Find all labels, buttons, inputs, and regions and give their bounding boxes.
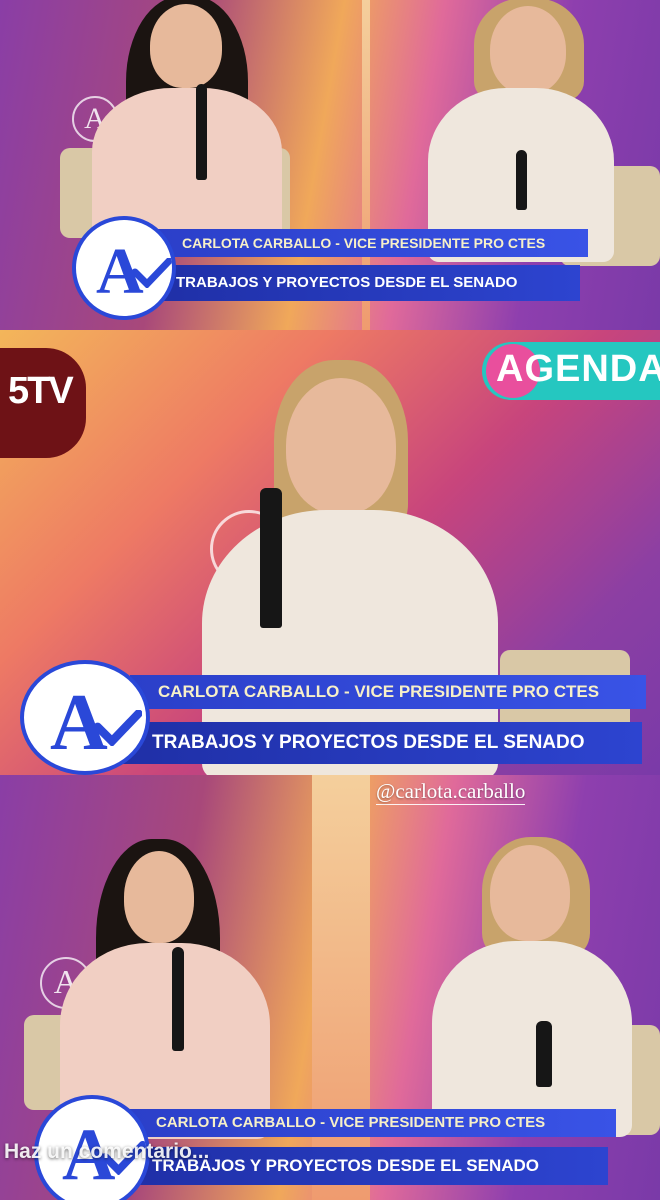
- microphone-icon: [172, 947, 184, 1051]
- video-frame-top: A CARLOTA CARBALLO - VICE PRESIDENTE PRO…: [0, 0, 660, 330]
- channel-badge-label: 5TV: [8, 370, 74, 412]
- channel-badge: 5TV: [0, 348, 86, 458]
- lower-third-name: CARLOTA CARBALLO - VICE PRESIDENTE PRO C…: [130, 1109, 616, 1137]
- comment-input[interactable]: Haz un comentario...: [4, 1140, 209, 1164]
- microphone-icon: [516, 150, 527, 210]
- logo-icon: A: [72, 216, 176, 320]
- guest-dark-hair: [90, 0, 290, 240]
- lower-third-topic: TRABAJOS Y PROYECTOS DESDE EL SENADO: [150, 265, 580, 301]
- lower-third-name: CARLOTA CARBALLO - VICE PRESIDENTE PRO C…: [158, 229, 588, 257]
- host-blond: [432, 837, 632, 1137]
- check-icon: [94, 710, 142, 746]
- microphone-icon: [196, 84, 207, 180]
- microphone-icon: [260, 488, 282, 628]
- lower-third-name: CARLOTA CARBALLO - VICE PRESIDENTE PRO C…: [130, 675, 646, 709]
- microphone-icon: [536, 1021, 552, 1087]
- program-badge: AGENDA: [482, 342, 660, 400]
- check-icon: [132, 258, 172, 288]
- program-badge-label: AGENDA: [496, 348, 660, 390]
- logo-icon: A: [20, 660, 150, 775]
- video-frame-middle: 5TV AGENDA CARLOTA CARBALLO - VICE PRESI…: [0, 330, 660, 775]
- mention-sticker[interactable]: @carlota.carballo: [376, 779, 526, 805]
- lower-third-topic: TRABAJOS Y PROYECTOS DESDE EL SENADO: [120, 722, 642, 764]
- guest-dark-hair: [60, 839, 270, 1139]
- host-blond: [424, 0, 624, 262]
- host-blond-closeup: [200, 360, 500, 775]
- video-frame-bottom: @carlota.carballo A CARLOTA CARBALLO - V…: [0, 775, 660, 1200]
